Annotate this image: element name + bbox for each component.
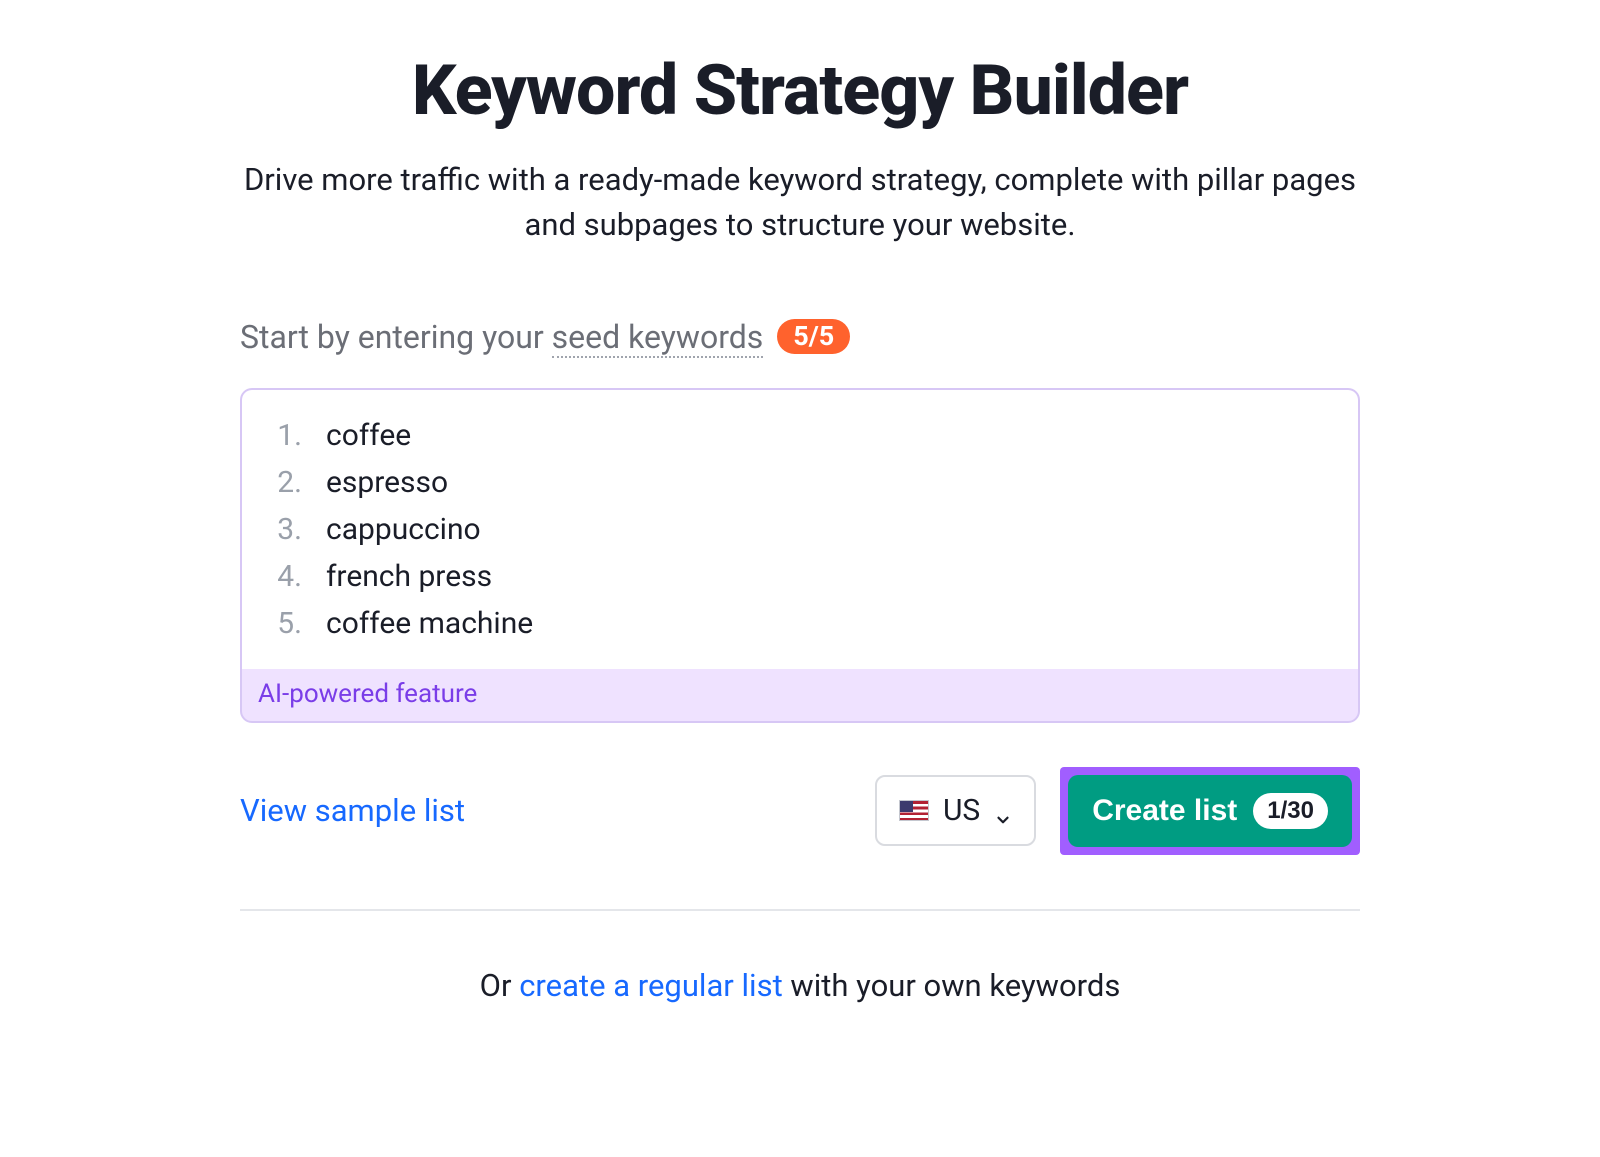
seed-keywords-input-wrapper: 1. coffee 2. espresso 3. cappuccino 4. f… xyxy=(240,388,1360,723)
list-item: 4. french press xyxy=(272,553,1328,600)
keyword-number: 3. xyxy=(272,512,302,547)
keyword-text: cappuccino xyxy=(326,512,481,547)
list-item: 5. coffee machine xyxy=(272,600,1328,647)
keyword-text: french press xyxy=(326,559,492,594)
seed-keywords-input[interactable]: 1. coffee 2. espresso 3. cappuccino 4. f… xyxy=(242,390,1358,669)
actions-row: View sample list US Create list 1/30 xyxy=(240,767,1360,855)
seed-keywords-label: seed keywords xyxy=(552,318,764,358)
ai-powered-label: AI-powered feature xyxy=(242,669,1358,721)
alt-prefix: Or xyxy=(480,967,520,1004)
keyword-list: 1. coffee 2. espresso 3. cappuccino 4. f… xyxy=(272,412,1328,647)
create-button-highlight: Create list 1/30 xyxy=(1060,767,1360,855)
keyword-number: 5. xyxy=(272,606,302,641)
prompt-text: Start by entering your seed keywords xyxy=(240,318,763,356)
create-regular-list-link[interactable]: create a regular list xyxy=(519,967,783,1004)
keyword-count-badge: 5/5 xyxy=(777,319,850,354)
divider xyxy=(240,909,1360,911)
alt-suffix: with your own keywords xyxy=(783,967,1121,1004)
country-select[interactable]: US xyxy=(875,775,1036,846)
page-title: Keyword Strategy Builder xyxy=(240,50,1360,132)
list-item: 2. espresso xyxy=(272,459,1328,506)
alt-option-row: Or create a regular list with your own k… xyxy=(240,967,1360,1004)
keyword-number: 2. xyxy=(272,465,302,500)
keyword-text: espresso xyxy=(326,465,448,500)
page-subtitle: Drive more traffic with a ready-made key… xyxy=(240,158,1360,248)
create-list-label: Create list xyxy=(1092,794,1237,828)
list-item: 3. cappuccino xyxy=(272,506,1328,553)
us-flag-icon xyxy=(899,800,929,821)
list-item: 1. coffee xyxy=(272,412,1328,459)
prompt-row: Start by entering your seed keywords 5/5 xyxy=(240,318,1360,356)
keyword-text: coffee xyxy=(326,418,411,453)
prompt-prefix: Start by entering your xyxy=(240,318,552,356)
keyword-text: coffee machine xyxy=(326,606,533,641)
view-sample-link[interactable]: View sample list xyxy=(240,792,465,829)
right-actions: US Create list 1/30 xyxy=(875,767,1360,855)
quota-pill: 1/30 xyxy=(1253,793,1328,829)
keyword-number: 4. xyxy=(272,559,302,594)
country-code: US xyxy=(943,793,980,828)
chevron-down-icon xyxy=(994,802,1012,820)
keyword-number: 1. xyxy=(272,418,302,453)
create-list-button[interactable]: Create list 1/30 xyxy=(1068,775,1352,847)
